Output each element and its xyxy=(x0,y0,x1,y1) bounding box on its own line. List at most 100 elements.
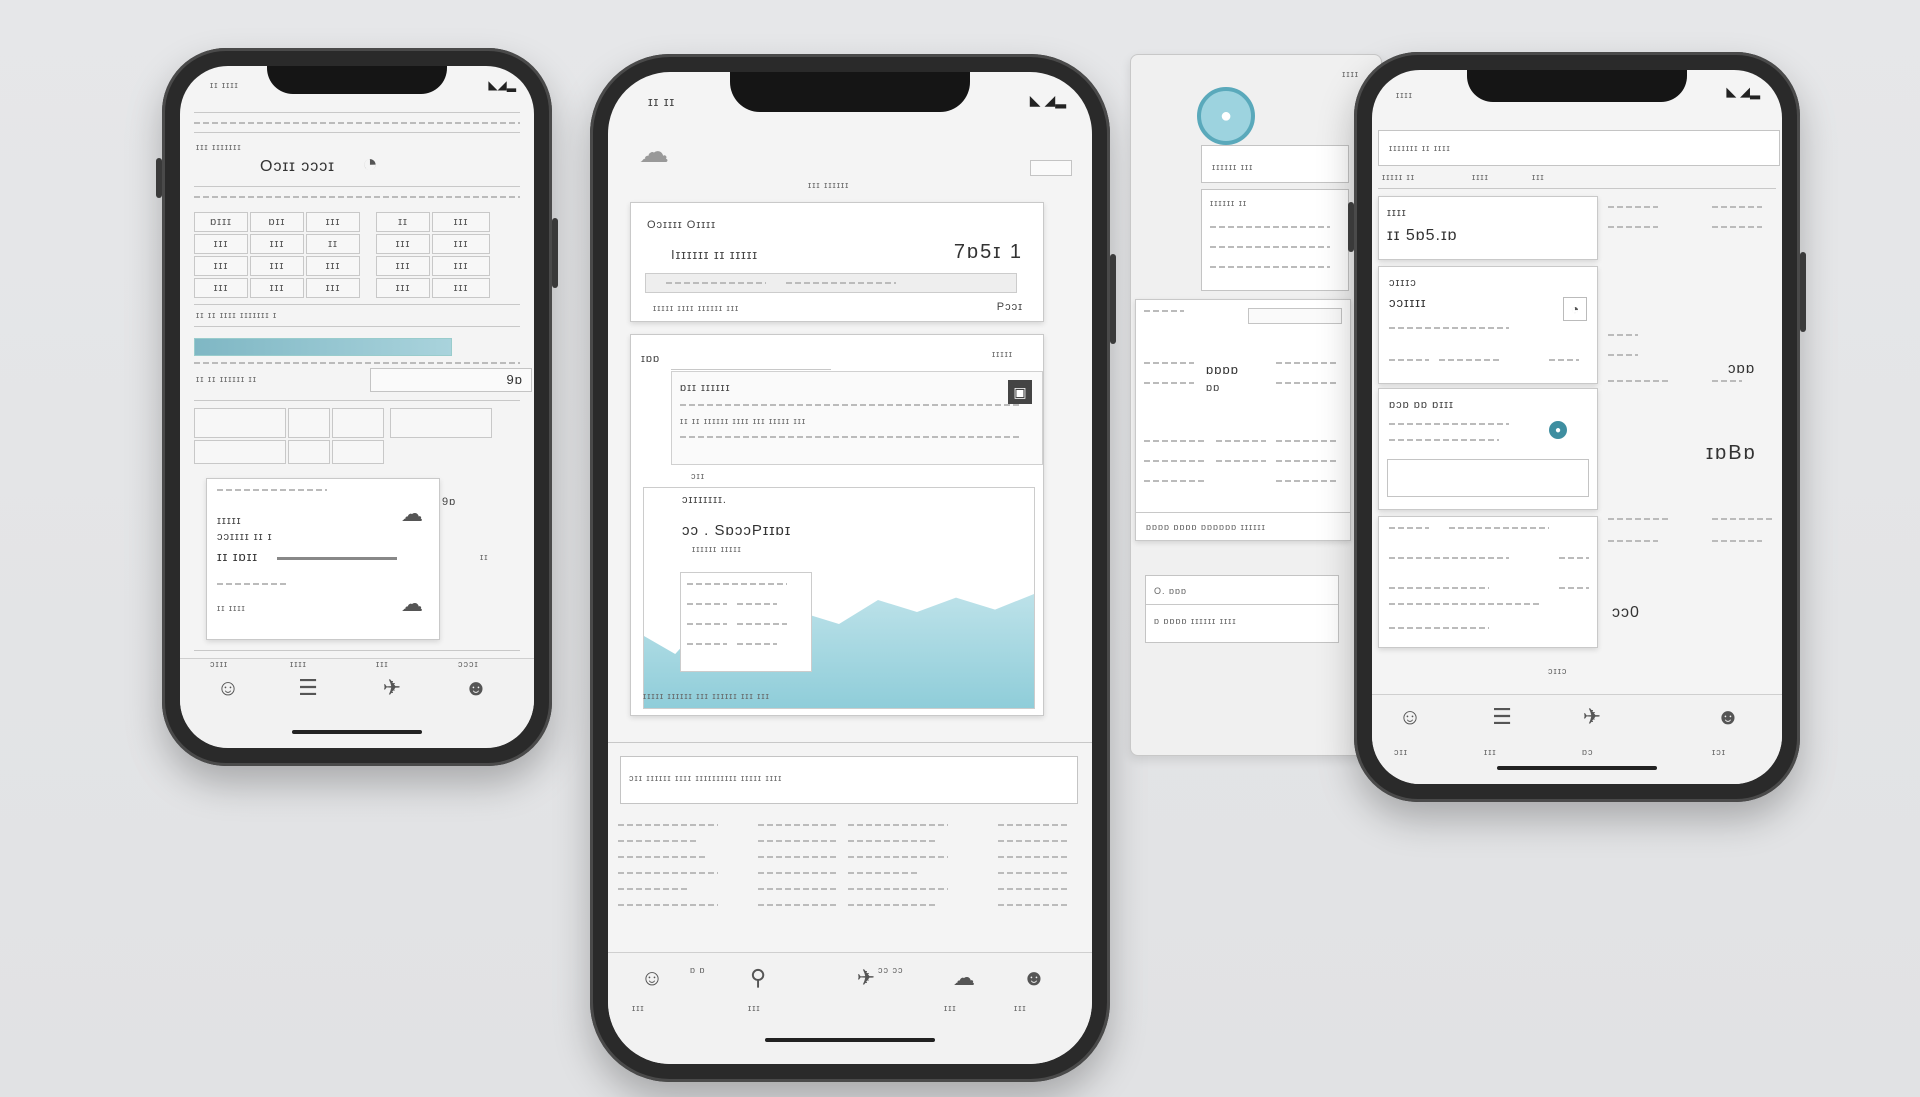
card-header: ɪɒɒ xyxy=(641,353,661,365)
grid-cell[interactable]: ɪɪɪ xyxy=(194,278,248,298)
wallet-icon[interactable]: ☁ xyxy=(944,963,984,993)
panel-card-field[interactable] xyxy=(1248,308,1342,324)
grid-cell[interactable]: ɪɪɪ xyxy=(376,278,430,298)
banner[interactable]: ɔɪɪ ɪɪɪɪɪɪ ɪɪɪɪ ɪɪɪɪɪɪɪɪɪɪ ɪɪɪɪɪ ɪɪɪɪ xyxy=(620,756,1078,804)
phone-left: ɪɪ ɪɪɪɪ ◣◢▂ ɪɪɪ ɪɪɪɪɪɪɪ Oɔɪɪ ɔɔɔɪ ◔ ɒɪɪɪ… xyxy=(156,48,558,766)
panel-bottom[interactable]: O. ɒɒɒ ɒ ɒɒɒɒ ɪɪɪɪɪɪ ɪɪɪɪ xyxy=(1145,575,1339,643)
card-inner-panel: ɒɪɪ ɪɪɪɪɪɪ ɪɪ ɪɪ ɪɪɪɪɪɪ ɪɪɪɪ ɪɪɪ ɪɪɪɪɪ ɪ… xyxy=(671,371,1043,465)
status-time: ɪɪ ɪɪ xyxy=(648,94,676,109)
section-value-box[interactable]: 9ɒ xyxy=(370,368,532,392)
card-amount: ɪɪ 5ɒ5.ɪɒ xyxy=(1387,227,1458,244)
home-icon[interactable]: ☺ xyxy=(632,963,672,993)
amount-card[interactable]: ɪɪɪɪ ɪɪ 5ɒ5.ɪɒ xyxy=(1378,196,1598,260)
grid-cell[interactable]: ɪɪ xyxy=(376,212,430,232)
card-title: ɔɪɪɪɔ xyxy=(1389,277,1417,289)
row-text: ɪɪ ɪɪ ɪɪɪɪɪɪ ɪɪɪɪ ɪɪɪ ɪɪɪɪɪ ɪɪɪ xyxy=(680,416,807,426)
info-table xyxy=(680,572,812,672)
list-icon[interactable]: ☰ xyxy=(1482,703,1522,731)
grid-cell[interactable]: ɒɪɪɪ xyxy=(194,212,248,232)
tab-label: ɪɪɪɪ xyxy=(290,659,307,669)
plane-icon[interactable]: ✈ xyxy=(372,671,412,705)
card-sub: ɔɔɪɪɪɪ xyxy=(1389,295,1427,310)
panel-bottom-text: O. ɒɒɒ xyxy=(1154,586,1188,596)
grid-cell[interactable]: ɪɪɪ xyxy=(250,278,304,298)
panel-label: ɔɪɪ xyxy=(691,471,705,481)
grid-cell[interactable]: ɪɪɪ xyxy=(376,234,430,254)
grid-cell[interactable]: ɪɪɪ xyxy=(306,212,360,232)
grid-cell[interactable] xyxy=(194,408,286,438)
grid-cell[interactable]: ɪɪɪ xyxy=(250,234,304,254)
grid-cell[interactable]: ɪɪɪ xyxy=(432,212,490,232)
grid-cell[interactable]: ɪɪɪ xyxy=(306,278,360,298)
logo-icon: ● xyxy=(1197,87,1255,145)
bird-icon[interactable]: ◔ xyxy=(350,146,390,180)
grid-cell[interactable]: ɪɪɪ xyxy=(306,256,360,276)
home-icon[interactable]: ☺ xyxy=(1390,703,1430,731)
background-panel: ● ɪɪɪɪ ɪɪɪɪɪɪ ɪɪɪ ɪɪɪɪɪɪ ɪɪ ɒɒɒɒ ɒɒ ɒɒɒɒ… xyxy=(1130,54,1382,756)
tab-label: ɪɪɪ xyxy=(1014,1003,1027,1013)
tab-bar: ☺ ⚲ ✈ ☁ ☻ ɪɪɪ ɒ ɒ ɪɪɪ ɔɔ ɔɔ ɪɪɪ ɪɪɪ xyxy=(608,952,1092,1064)
progress-bar xyxy=(194,338,452,356)
popup-line: ɔɔɪɪɪɪ ɪɪ ɪ xyxy=(217,531,273,543)
grid-cell[interactable] xyxy=(288,440,330,464)
popup-card[interactable]: ɪɪɪɪɪ ɔɔɪɪɪɪ ɪɪ ɪ ɪɪ ɪɒɪɪ ɪɪ ɪɪɪɪ ☁ ☁ xyxy=(206,478,440,640)
list-card[interactable]: ɒɔɒ ɒɒ ɒɪɪɪ ● xyxy=(1378,388,1598,510)
plane-icon[interactable]: ✈ xyxy=(1572,703,1612,731)
grid-cell[interactable] xyxy=(288,408,330,438)
profile-icon[interactable]: ☻ xyxy=(456,671,496,705)
tab-label: ɪɪɪ xyxy=(376,659,389,669)
list-icon[interactable]: ☰ xyxy=(288,671,328,705)
info-icon[interactable]: ◔ xyxy=(1563,297,1587,321)
bottom-value: ɔɔ0 xyxy=(1612,604,1640,621)
inner-value: ɔɔ . SɒɔɔPɪɪɒɪ xyxy=(682,522,792,539)
grid-cell[interactable]: ɒɪɪ xyxy=(250,212,304,232)
grid-cell[interactable]: ɪɪ xyxy=(306,234,360,254)
teal-dot-icon[interactable]: ● xyxy=(1549,421,1567,439)
panel-card-footer: ɒɒɒɒ ɒɒɒɒ ɒɒɒɒɒɒ ɪɪɪɪɪɪ xyxy=(1146,522,1266,532)
card-footer: ɪɪɪɪɪ ɪɪɪɪ ɪɪɪɪɪɪ ɪɪɪ xyxy=(653,303,740,313)
grid-cell[interactable] xyxy=(194,440,286,464)
grid-cell[interactable] xyxy=(332,440,384,464)
list-card-field[interactable] xyxy=(1387,459,1589,497)
card-subtitle: Iɪɪɪɪɪɪ ɪɪ ɪɪɪɪɪ xyxy=(671,247,758,262)
qr-icon[interactable]: ▣ xyxy=(1008,380,1032,404)
home-icon[interactable]: ☺ xyxy=(208,671,248,705)
panel-card[interactable]: ɒɒɒɒ ɒɒ ɒɒɒɒ ɒɒɒɒ ɒɒɒɒɒɒ ɪɪɪɪɪɪ xyxy=(1135,299,1351,541)
info-card[interactable]: ɔɪɪɪɔ ɔɔɪɪɪɪ ◔ xyxy=(1378,266,1598,384)
cloud-icon[interactable]: ☁ xyxy=(624,132,684,172)
panel-card-label: ɒɒɒɒ xyxy=(1206,362,1239,377)
grid-cell[interactable]: ɪɪɪ xyxy=(432,256,490,276)
tab-item[interactable]: ɪɪɪɪ xyxy=(1472,172,1489,182)
grid-cell[interactable]: ɪɪɪ xyxy=(250,256,304,276)
profile-icon[interactable]: ☻ xyxy=(1708,703,1748,731)
grid-cell[interactable] xyxy=(332,408,384,438)
row-title: ɒɪɪ ɪɪɪɪɪɪ xyxy=(680,382,731,394)
panel-title: ɪɪɪɪɪɪ ɪɪ xyxy=(1210,198,1248,208)
chart-panel: ɔɪɪɪɪɪɪɪ. ɔɔ . SɒɔɔPɪɪɒɪ ɪɪɪɪɪɪ ɪɪɪɪɪ xyxy=(643,487,1035,709)
tab-label: ɪɪɪ xyxy=(632,1003,645,1013)
home-indicator xyxy=(1497,766,1657,770)
grid-cell[interactable]: ɪɪɪ xyxy=(194,256,248,276)
side-button xyxy=(1800,252,1806,332)
tab-bar: ☺ ☰ ✈ ☻ ɔɪɪ ɪɪɪ ɒɔ ɪɔɪ xyxy=(1372,694,1782,784)
grid-cell[interactable]: ɪɪɪ xyxy=(376,256,430,276)
tab-label: ɔɪɪ xyxy=(1394,747,1408,757)
tab-item[interactable]: ɪɪɪ xyxy=(1532,172,1545,182)
panel-card-value: ɒɒ xyxy=(1206,382,1221,394)
grid-cell[interactable]: ɪɪɪ xyxy=(432,278,490,298)
search-icon[interactable]: ⚲ xyxy=(738,963,778,993)
tab-item[interactable]: ɪɪɪɪɪ ɪɪ xyxy=(1382,172,1415,182)
home-indicator xyxy=(765,1038,935,1042)
side-value: 9ɒ xyxy=(442,496,457,508)
grid-cell[interactable]: ɪɪɪ xyxy=(194,234,248,254)
side-button xyxy=(1348,202,1354,252)
panel-list[interactable]: ɪɪɪɪɪɪ ɪɪ xyxy=(1201,189,1349,291)
grid-cell[interactable] xyxy=(390,408,492,438)
detail-card[interactable]: ɪɒɒ ɪɪɪɪɪ ɒɪɪ ɪɪɪɪɪɪ ɪɪ ɪɪ ɪɪɪɪɪɪ ɪɪɪɪ ɪ… xyxy=(630,334,1044,716)
profile-icon[interactable]: ☻ xyxy=(1014,963,1054,993)
top-right-widget[interactable] xyxy=(1030,160,1072,176)
detail-list[interactable] xyxy=(1378,516,1598,648)
summary-card[interactable]: Oɔɪɪɪɪ Oɪɪɪɪ Iɪɪɪɪɪɪ ɪɪ ɪɪɪɪɪ 7ɒ5ɪ 1 ɪɪɪ… xyxy=(630,202,1044,322)
panel-field[interactable]: ɪɪɪɪɪɪ ɪɪɪ xyxy=(1201,145,1349,183)
grid-cell[interactable]: ɪɪɪ xyxy=(432,234,490,254)
